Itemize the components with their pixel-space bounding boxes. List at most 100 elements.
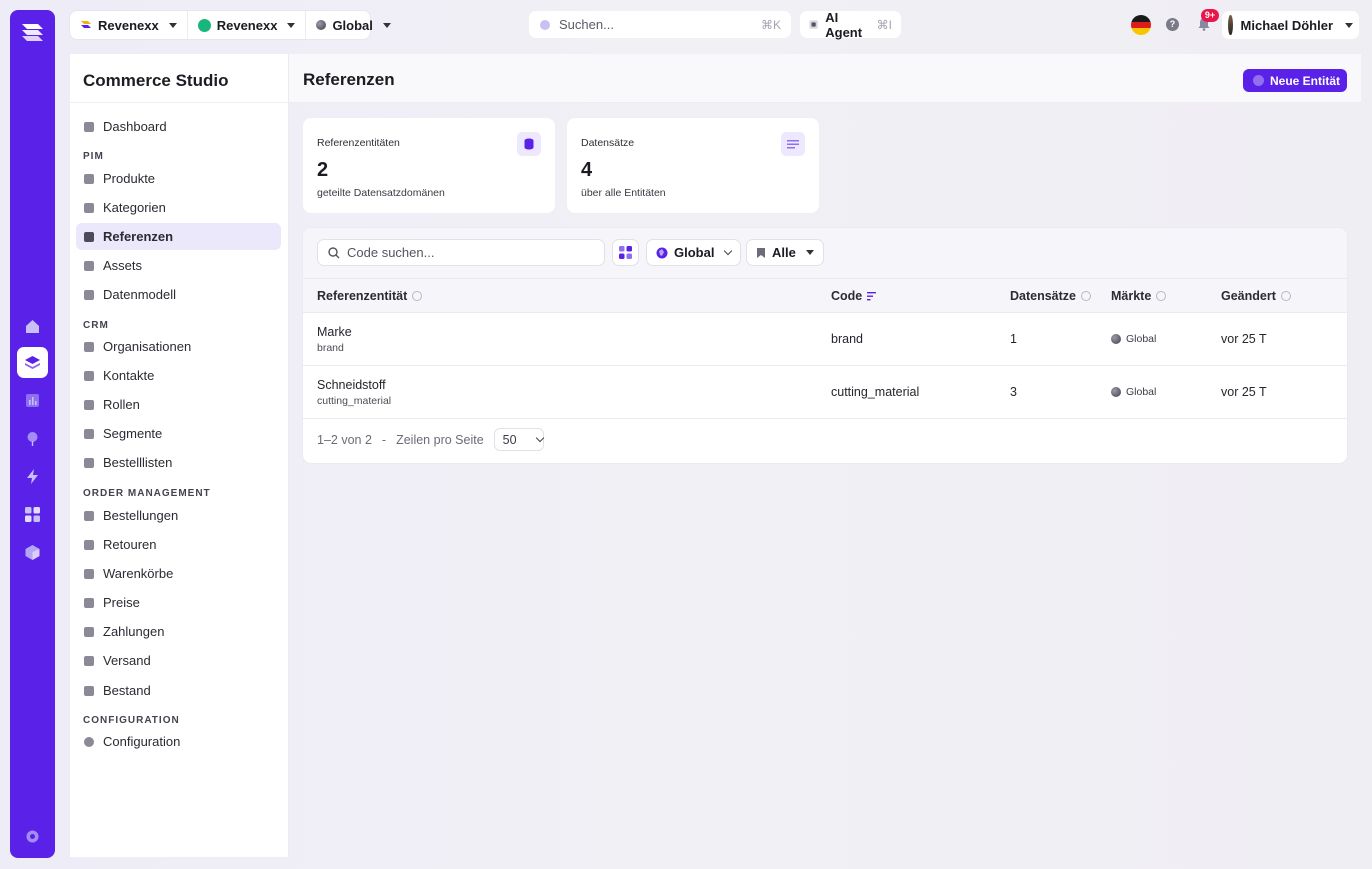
sidebar-item-label: Dashboard bbox=[103, 119, 167, 134]
bookmark-icon bbox=[757, 247, 765, 258]
global-search[interactable]: Suchen... ⌘K bbox=[529, 11, 791, 38]
sidebar-item-label: Produkte bbox=[103, 171, 156, 186]
grid-icon bbox=[84, 289, 94, 300]
ai-agent-button[interactable]: AI Agent ⌘I bbox=[800, 9, 901, 40]
truck-icon bbox=[84, 655, 94, 666]
rows-per-page-select[interactable]: 50 bbox=[493, 428, 544, 451]
sidebar-item-bestelllisten[interactable]: Bestelllisten bbox=[76, 449, 281, 476]
sidebar-item-warenkoerbe[interactable]: Warenkörbe bbox=[76, 560, 281, 587]
home-icon[interactable] bbox=[17, 311, 48, 342]
caret-down-icon bbox=[287, 22, 296, 28]
sidebar-item-segmente[interactable]: Segmente bbox=[76, 420, 281, 447]
globe-icon bbox=[656, 247, 668, 258]
sidebar-item-retouren[interactable]: Retouren bbox=[76, 531, 281, 558]
scope-filter-dropdown[interactable]: Global bbox=[646, 239, 742, 266]
sidebar-item-preise[interactable]: Preise bbox=[76, 589, 281, 616]
stat-subtext: geteilte Datensatzdomänen bbox=[317, 187, 445, 199]
sort-icon bbox=[1280, 291, 1291, 301]
column-header-entity[interactable]: Referenzentität bbox=[317, 289, 423, 303]
code-search-placeholder: Code suchen... bbox=[347, 245, 435, 260]
sidebar-item-label: Configuration bbox=[103, 734, 181, 749]
globe-icon bbox=[316, 20, 327, 30]
status-filter-dropdown[interactable]: Alle bbox=[746, 239, 824, 266]
help-icon[interactable]: ? bbox=[1166, 18, 1179, 31]
avatar bbox=[1228, 15, 1233, 35]
view-toggle-button[interactable] bbox=[612, 239, 639, 266]
sidebar-item-organisationen[interactable]: Organisationen bbox=[76, 333, 281, 360]
sidebar-item-produkte[interactable]: Produkte bbox=[76, 165, 281, 192]
stat-card-entities: Referenzentitäten 2 geteilte Datensatzdo… bbox=[303, 118, 555, 213]
sidebar-item-referenzen[interactable]: Referenzen bbox=[76, 223, 281, 250]
search-icon bbox=[328, 246, 340, 258]
column-header-records[interactable]: Datensätze bbox=[1010, 289, 1091, 303]
sidebar-item-assets[interactable]: Assets bbox=[76, 252, 281, 279]
sidebar-item-datenmodell[interactable]: Datenmodell bbox=[76, 281, 281, 308]
sidebar-item-label: Retouren bbox=[103, 537, 157, 552]
sort-icon bbox=[1156, 291, 1167, 301]
user-name: Michael Döhler bbox=[1240, 17, 1333, 33]
cube-icon bbox=[84, 173, 94, 184]
pin-icon[interactable] bbox=[17, 423, 48, 454]
column-header-code[interactable]: Code bbox=[831, 289, 877, 303]
entity-code: brand bbox=[831, 332, 863, 346]
table-row[interactable]: Schneidstoff cutting_material cutting_ma… bbox=[303, 366, 1347, 419]
sidebar-item-versand[interactable]: Versand bbox=[76, 647, 281, 674]
sidebar-item-kontakte[interactable]: Kontakte bbox=[76, 362, 281, 389]
sidebar-title: Commerce Studio bbox=[70, 54, 288, 103]
sidebar-item-label: Bestelllisten bbox=[103, 455, 173, 470]
main-content: Referenzen Neue Entität Referenzentitäte… bbox=[289, 54, 1361, 857]
database-icon bbox=[517, 132, 541, 156]
column-header-changed[interactable]: Geändert bbox=[1221, 289, 1291, 303]
table-row[interactable]: Marke brand brand 1 Global vor 25 T bbox=[303, 313, 1347, 366]
store-selector[interactable]: Revenexx bbox=[186, 11, 306, 39]
section-pim: PIM bbox=[83, 151, 104, 162]
new-entity-label: Neue Entität bbox=[1270, 73, 1341, 88]
rows-per-page-value: 50 bbox=[502, 432, 517, 447]
sidebar-item-zahlungen[interactable]: Zahlungen bbox=[76, 618, 281, 645]
sidebar: Commerce Studio Dashboard PIM Produkte K… bbox=[70, 54, 289, 857]
column-header-label: Märkte bbox=[1111, 289, 1152, 303]
agent-icon bbox=[809, 20, 818, 29]
sidebar-item-label: Rollen bbox=[103, 397, 140, 412]
status-filter-value: Alle bbox=[772, 245, 796, 260]
column-header-markets[interactable]: Märkte bbox=[1111, 289, 1167, 303]
credit-card-icon bbox=[84, 626, 94, 637]
users-icon bbox=[84, 428, 94, 439]
sidebar-item-rollen[interactable]: Rollen bbox=[76, 391, 281, 418]
app-logo[interactable] bbox=[18, 18, 47, 47]
new-entity-button[interactable]: Neue Entität bbox=[1243, 69, 1347, 92]
section-order-management: ORDER MANAGEMENT bbox=[83, 488, 211, 499]
layers-icon[interactable] bbox=[17, 347, 48, 378]
code-search-input[interactable]: Code suchen... bbox=[317, 239, 605, 266]
org-selector[interactable]: Revenexx bbox=[70, 11, 187, 39]
lightning-icon[interactable] bbox=[17, 461, 48, 492]
sidebar-item-configuration[interactable]: Configuration bbox=[76, 728, 281, 755]
image-icon bbox=[84, 260, 94, 271]
references-table-panel: Code suchen... Global Alle Referenzentit… bbox=[303, 228, 1347, 463]
section-configuration: CONFIGURATION bbox=[83, 715, 180, 726]
entity-record-count: 1 bbox=[1010, 332, 1017, 346]
box-icon[interactable] bbox=[17, 537, 48, 568]
sidebar-item-label: Kontakte bbox=[103, 368, 155, 383]
sidebar-item-label: Assets bbox=[103, 258, 143, 273]
sidebar-item-kategorien[interactable]: Kategorien bbox=[76, 194, 281, 221]
database-icon bbox=[84, 231, 94, 242]
sidebar-item-dashboard[interactable]: Dashboard bbox=[76, 113, 281, 140]
settings-icon[interactable] bbox=[17, 821, 48, 852]
agent-label: AI Agent bbox=[825, 9, 863, 40]
cube-icon bbox=[84, 510, 94, 521]
chevron-down-icon bbox=[724, 246, 733, 256]
grid-icon bbox=[619, 246, 632, 259]
scope-selector[interactable]: Global bbox=[305, 11, 400, 39]
column-header-label: Geändert bbox=[1221, 289, 1276, 303]
language-flag-icon[interactable] bbox=[1131, 15, 1151, 35]
apps-icon[interactable] bbox=[17, 499, 48, 530]
analytics-icon[interactable] bbox=[17, 385, 48, 416]
context-switcher: Revenexx Revenexx Global bbox=[70, 11, 391, 39]
caret-down-icon bbox=[1345, 22, 1353, 28]
sidebar-item-bestellungen[interactable]: Bestellungen bbox=[76, 502, 281, 529]
sidebar-item-bestand[interactable]: Bestand bbox=[76, 677, 281, 704]
user-menu[interactable]: Michael Döhler bbox=[1222, 11, 1359, 39]
globe-icon bbox=[1111, 334, 1121, 344]
market-label: Global bbox=[1126, 333, 1157, 345]
